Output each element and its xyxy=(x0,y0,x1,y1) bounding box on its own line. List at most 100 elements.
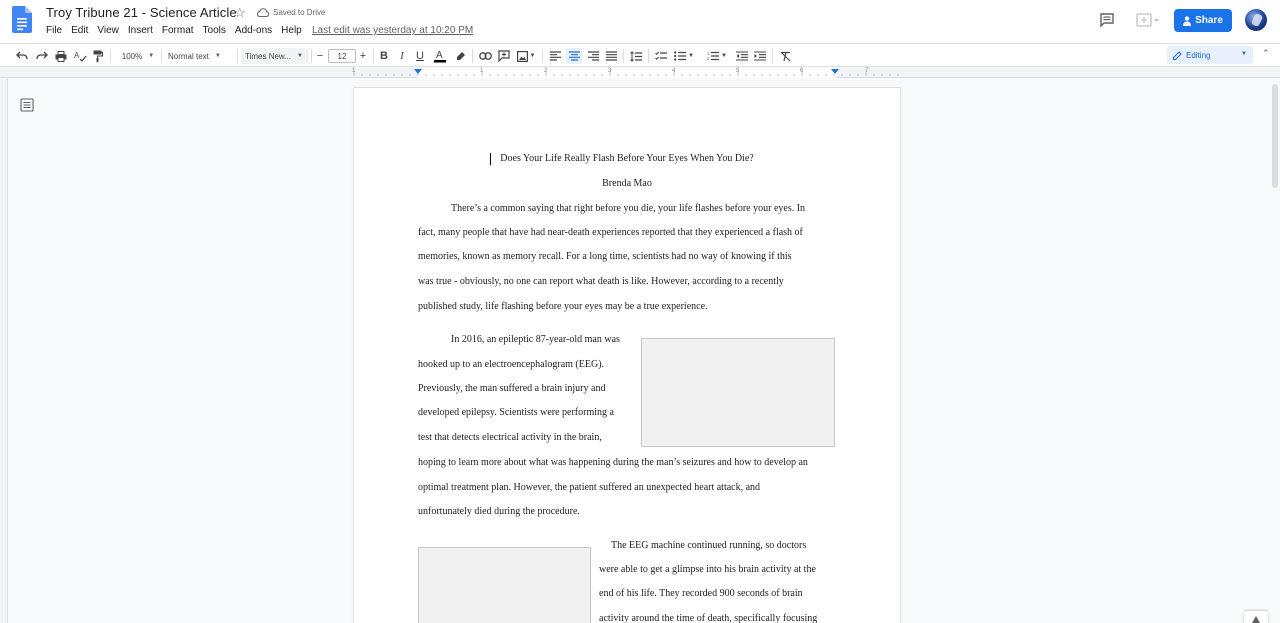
print-button[interactable] xyxy=(53,48,69,64)
zoom-select[interactable]: 100% ▼ xyxy=(118,48,158,64)
ruler-number: 5 xyxy=(736,68,740,74)
decrease-font-size-button[interactable]: − xyxy=(314,48,326,64)
increase-indent-button[interactable] xyxy=(753,48,767,64)
spellcheck-icon: A xyxy=(74,51,86,62)
lock-icon xyxy=(1183,15,1192,26)
font-size-input[interactable]: 12 xyxy=(328,49,356,63)
clear-formatting-button[interactable] xyxy=(778,48,792,64)
decrease-indent-button[interactable] xyxy=(735,48,749,64)
menu-addons[interactable]: Add-ons xyxy=(235,25,272,36)
last-edit-link[interactable]: Last edit was yesterday at 10:20 PM xyxy=(312,25,473,36)
chevron-down-icon: ▼ xyxy=(688,53,694,59)
paragraph-line: developed epilepsy. Scientists were perf… xyxy=(418,407,614,418)
justify-icon xyxy=(605,51,617,61)
ruler-number: 1 xyxy=(352,68,356,74)
app-header: Troy Tribune 21 - Science Article ☆ Save… xyxy=(0,0,1280,42)
align-right-button[interactable] xyxy=(586,48,600,64)
text-color-icon: A xyxy=(434,50,446,63)
bulleted-list-icon xyxy=(674,51,687,61)
menu-insert[interactable]: Insert xyxy=(128,25,153,36)
comment-history-icon[interactable] xyxy=(1099,12,1115,28)
paragraph-line: There’s a common saying that right befor… xyxy=(451,203,806,214)
insert-image-button[interactable]: ▼ xyxy=(515,48,537,64)
embedded-image[interactable] xyxy=(641,338,835,447)
saved-status: Saved to Drive xyxy=(273,8,326,17)
star-icon[interactable]: ☆ xyxy=(234,5,246,21)
paint-format-button[interactable] xyxy=(90,48,106,64)
chevron-down-icon: ▼ xyxy=(296,53,303,59)
right-indent-marker[interactable] xyxy=(831,69,839,74)
menu-file[interactable]: File xyxy=(46,25,62,36)
vertical-scrollbar[interactable] xyxy=(1270,78,1280,623)
editing-mode-select[interactable]: Editing ▼ xyxy=(1167,46,1253,64)
text-color-button[interactable]: A xyxy=(433,48,447,64)
paragraph-style-value: Normal text xyxy=(168,51,209,61)
paragraph-line: fact, many people that have had near-dea… xyxy=(418,227,803,238)
checklist-button[interactable] xyxy=(654,48,668,64)
present-icon[interactable] xyxy=(1136,12,1160,28)
explore-icon[interactable] xyxy=(1244,611,1268,623)
align-center-button[interactable] xyxy=(566,48,582,64)
bold-button[interactable]: B xyxy=(378,48,390,64)
docs-logo-icon[interactable] xyxy=(12,6,32,33)
ruler-number: 3 xyxy=(608,68,612,74)
menu-format[interactable]: Format xyxy=(162,25,194,36)
redo-button[interactable] xyxy=(34,48,50,64)
increase-font-size-button[interactable]: + xyxy=(357,48,369,64)
highlight-color-button[interactable] xyxy=(453,48,467,64)
insert-link-button[interactable] xyxy=(478,48,492,64)
editing-mode-label: Editing xyxy=(1186,50,1211,60)
menu-bar: File Edit View Insert Format Tools Add-o… xyxy=(46,25,311,36)
font-family-value: Times New... xyxy=(245,51,291,61)
paragraph-line: end of his life. They recorded 900 secon… xyxy=(599,588,803,599)
image-icon xyxy=(516,50,528,62)
share-button[interactable]: Share xyxy=(1174,9,1232,32)
menu-help[interactable]: Help xyxy=(281,25,302,36)
paragraph-line: memories, known as memory recall. For a … xyxy=(418,251,792,262)
line-spacing-button[interactable] xyxy=(629,48,643,64)
vertical-ruler[interactable] xyxy=(0,79,8,623)
undo-button[interactable] xyxy=(14,48,30,64)
spellcheck-button[interactable]: A xyxy=(72,48,88,64)
article-author: Brenda Mao xyxy=(602,178,652,189)
increase-indent-icon xyxy=(754,51,766,61)
menu-edit[interactable]: Edit xyxy=(71,25,88,36)
underline-button[interactable]: U xyxy=(414,48,426,64)
align-center-icon xyxy=(568,51,580,61)
numbered-list-icon: 12 xyxy=(707,51,720,61)
document-title[interactable]: Troy Tribune 21 - Science Article xyxy=(46,5,237,20)
print-icon xyxy=(55,50,67,62)
line-spacing-icon xyxy=(630,50,642,62)
paragraph-style-select[interactable]: Normal text ▼ xyxy=(168,48,232,64)
bulleted-list-button[interactable]: ▼ xyxy=(674,48,694,64)
undo-icon xyxy=(16,51,28,60)
paragraph-line: published study, life flashing before yo… xyxy=(418,301,708,312)
link-icon xyxy=(478,52,492,60)
align-left-button[interactable] xyxy=(548,48,562,64)
left-indent-marker[interactable] xyxy=(414,69,422,74)
zoom-value: 100% xyxy=(121,51,143,61)
account-avatar[interactable] xyxy=(1245,9,1267,31)
cloud-saved-icon[interactable] xyxy=(257,8,269,17)
toolbar: A 100% ▼ Normal text ▼ Times New... ▼ − 12 … xyxy=(0,43,1280,67)
paragraph-line: Previously, the man suffered a brain inj… xyxy=(418,383,606,394)
highlighter-icon xyxy=(456,51,465,60)
numbered-list-button[interactable]: 12 ▼ xyxy=(705,48,729,64)
menu-tools[interactable]: Tools xyxy=(203,25,226,36)
hide-menus-icon[interactable]: ⌃ xyxy=(1262,48,1270,59)
text-cursor xyxy=(490,153,491,165)
add-comment-button[interactable] xyxy=(497,48,511,64)
font-family-select[interactable]: Times New... ▼ xyxy=(241,48,309,64)
scrollbar-thumb[interactable] xyxy=(1272,84,1278,188)
paragraph-line: The EEG machine continued running, so do… xyxy=(611,540,807,551)
horizontal-ruler[interactable]: 1 1 2 3 4 5 6 7 xyxy=(0,68,1280,78)
paragraph-line: hoping to learn more about what was happ… xyxy=(418,457,808,468)
svg-text:A: A xyxy=(436,50,443,61)
menu-view[interactable]: View xyxy=(97,25,119,36)
ruler-number: 4 xyxy=(672,68,676,74)
italic-button[interactable]: I xyxy=(396,48,408,64)
chevron-down-icon: ▼ xyxy=(529,53,536,59)
justify-button[interactable] xyxy=(604,48,618,64)
embedded-image[interactable] xyxy=(418,547,591,623)
document-outline-icon[interactable] xyxy=(20,98,34,112)
